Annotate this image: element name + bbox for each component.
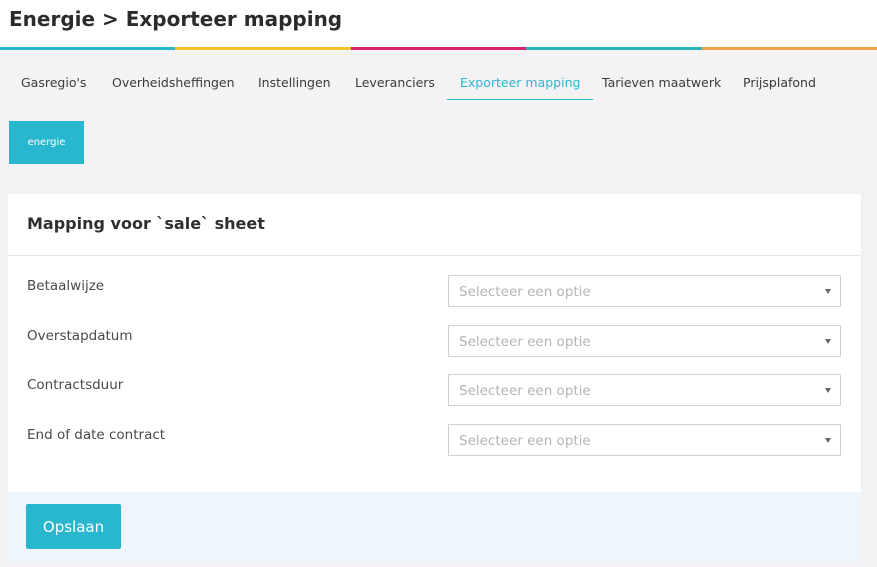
- tab-instellingen[interactable]: Instellingen: [258, 66, 331, 99]
- color-stripe-segment: [0, 47, 176, 50]
- card-footer: Opslaan: [8, 492, 861, 562]
- field-label: End of date contract: [27, 427, 166, 443]
- select-placeholder: Selecteer een optie: [459, 383, 591, 399]
- caret-down-icon: [825, 289, 831, 294]
- tab-leveranciers[interactable]: Leveranciers: [355, 66, 435, 99]
- field-label: Overstapdatum: [27, 328, 133, 344]
- color-stripe-segment: [175, 47, 351, 50]
- mapping-card: Mapping voor `sale` sheet Betaalwijze Se…: [8, 194, 861, 562]
- field-label: Contractsduur: [27, 377, 124, 393]
- tab-exporteer-mapping[interactable]: Exporteer mapping: [447, 66, 594, 100]
- betaalwijze-select[interactable]: Selecteer een optie: [448, 275, 841, 307]
- field-label: Betaalwijze: [27, 278, 105, 294]
- select-placeholder: Selecteer een optie: [459, 433, 591, 449]
- contractsduur-select[interactable]: Selecteer een optie: [448, 374, 841, 406]
- form-row-overstapdatum: Overstapdatum Selecteer een optie: [8, 325, 861, 361]
- form-row-contractsduur: Contractsduur Selecteer een optie: [8, 374, 861, 410]
- color-stripe: [0, 47, 877, 50]
- tab-gasregios[interactable]: Gasregio's: [21, 66, 86, 99]
- card-header: Mapping voor `sale` sheet: [8, 194, 861, 256]
- tab-tarieven-maatwerk[interactable]: Tarieven maatwerk: [602, 66, 721, 99]
- form-row-end-of-date-contract: End of date contract Selecteer een optie: [8, 424, 861, 460]
- color-stripe-segment: [701, 47, 877, 50]
- tab-overheidsheffingen[interactable]: Overheidsheffingen: [112, 66, 235, 99]
- form-row-betaalwijze: Betaalwijze Selecteer een optie: [8, 275, 861, 311]
- select-placeholder: Selecteer een optie: [459, 334, 591, 350]
- energie-filter-button[interactable]: energie: [9, 121, 84, 164]
- overstapdatum-select[interactable]: Selecteer een optie: [448, 325, 841, 357]
- color-stripe-segment: [350, 47, 527, 50]
- caret-down-icon: [825, 339, 831, 344]
- select-placeholder: Selecteer een optie: [459, 284, 591, 300]
- caret-down-icon: [825, 438, 831, 443]
- caret-down-icon: [825, 388, 831, 393]
- tab-prijsplafond[interactable]: Prijsplafond: [743, 66, 816, 99]
- page-title: Energie > Exporteer mapping: [9, 7, 343, 31]
- page-header: Energie > Exporteer mapping: [0, 0, 877, 50]
- save-button[interactable]: Opslaan: [26, 504, 121, 549]
- end-of-date-contract-select[interactable]: Selecteer een optie: [448, 424, 841, 456]
- card-title: Mapping voor `sale` sheet: [27, 214, 265, 233]
- tab-bar: Gasregio's Overheidsheffingen Instelling…: [0, 66, 877, 102]
- color-stripe-segment: [526, 47, 702, 50]
